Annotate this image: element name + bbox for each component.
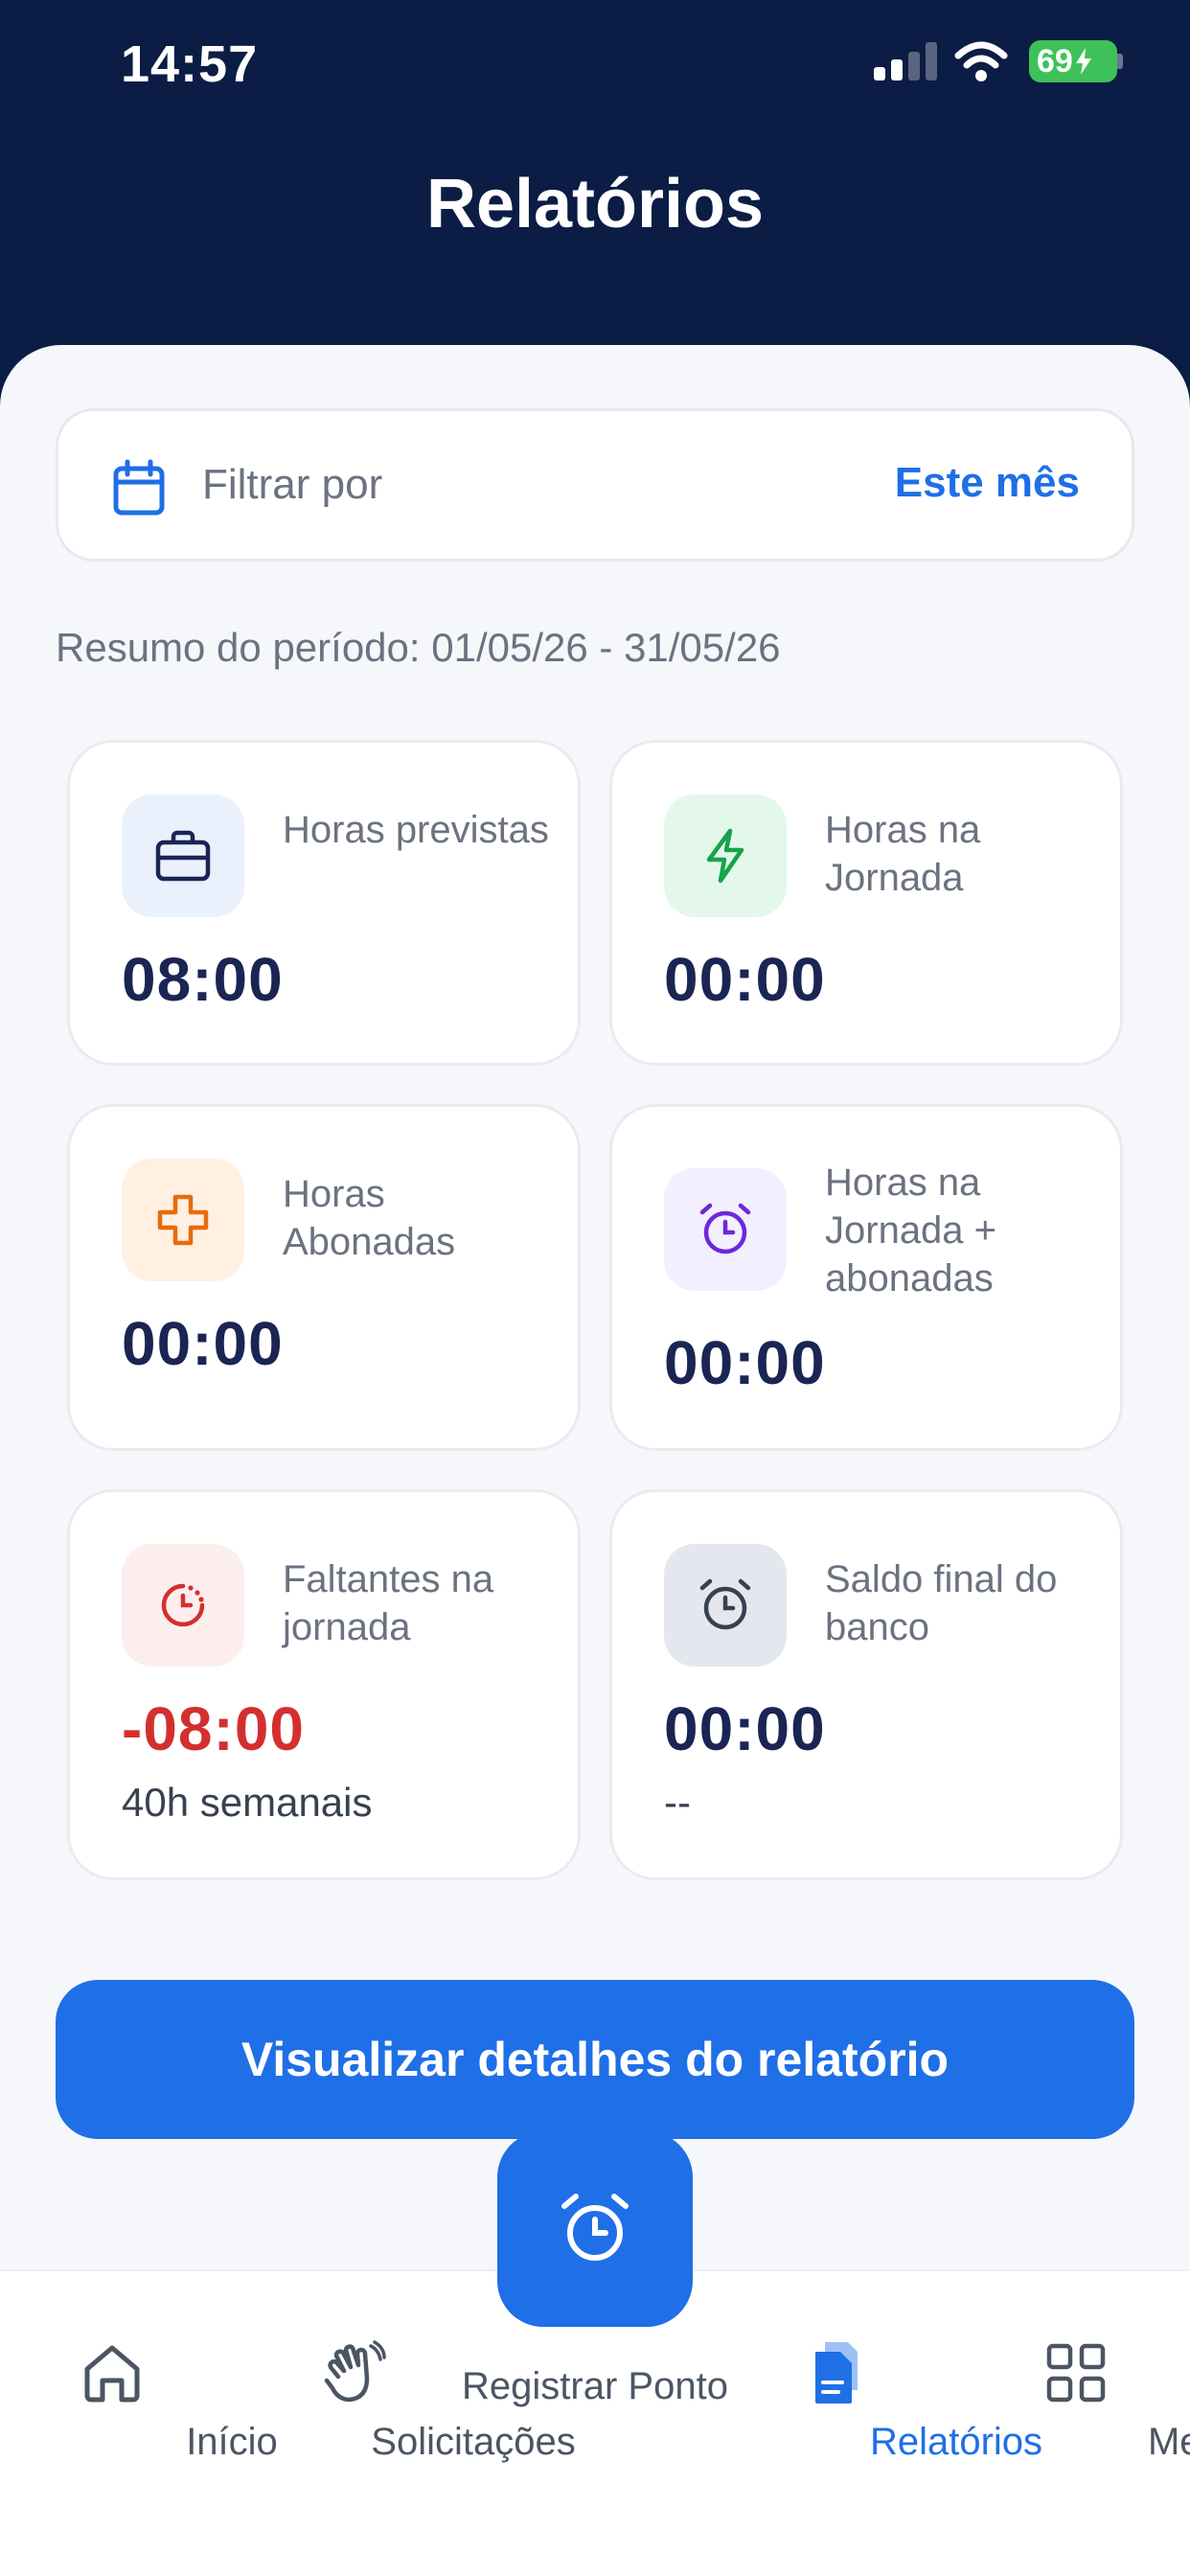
card-label: Faltantes na jornada: [283, 1558, 494, 1648]
card-label: Saldo final do banco: [825, 1558, 1058, 1648]
alarm-clock-icon: [664, 1168, 787, 1291]
partial-clock-icon: [122, 1544, 244, 1667]
lightning-icon: [664, 794, 787, 917]
wifi-icon: [954, 41, 1008, 81]
card-label: Horas na Jornada: [825, 809, 981, 899]
filter-label: Filtrar por: [202, 461, 383, 508]
card-value: 00:00: [664, 945, 826, 1014]
card-label: Horas Abonadas: [283, 1173, 456, 1263]
card-value: 00:00: [664, 1328, 826, 1397]
signal-icon: [874, 42, 937, 80]
card-horas-previstas: Horas previstas 08:00: [67, 740, 581, 1066]
register-time-label[interactable]: Registrar Ponto: [451, 2361, 739, 2411]
card-saldo-banco: Saldo final do banco 00:00 --: [609, 1489, 1123, 1880]
view-report-details-button[interactable]: Visualizar detalhes do relatório: [56, 1980, 1134, 2139]
nav-label: Menu: [1147, 2421, 1190, 2463]
alarm-clock-icon: [664, 1544, 787, 1667]
card-label: Horas na Jornada + abonadas: [825, 1162, 997, 1300]
nav-label: Solicitações: [371, 2421, 576, 2463]
alarm-clock-icon: [561, 2194, 629, 2261]
plus-cross-icon: [122, 1159, 244, 1281]
status-bar: 14:57 69: [0, 0, 1190, 134]
card-faltantes: Faltantes na jornada -08:00 40h semanais: [67, 1489, 581, 1880]
card-horas-jornada-abonadas: Horas na Jornada + abonadas 00:00: [609, 1104, 1123, 1451]
card-subtext: --: [664, 1780, 691, 1825]
card-horas-na-jornada: Horas na Jornada 00:00: [609, 740, 1123, 1066]
status-time: 14:57: [121, 35, 259, 93]
battery-icon: 69: [1029, 40, 1117, 82]
card-value: 08:00: [122, 945, 284, 1014]
calendar-icon: [113, 459, 165, 516]
battery-level: 69: [1037, 42, 1073, 80]
battery-cap: [1117, 54, 1123, 69]
register-time-button[interactable]: [497, 2131, 693, 2327]
grid-icon: [1046, 2343, 1106, 2403]
waving-hand-icon: [324, 2340, 386, 2403]
filter-value[interactable]: Este mês: [895, 459, 1080, 507]
charging-bolt-icon: [1075, 48, 1091, 75]
card-value: 00:00: [664, 1694, 826, 1763]
card-label: Horas previstas: [283, 809, 549, 851]
home-icon: [84, 2345, 140, 2403]
card-subtext: 40h semanais: [122, 1780, 373, 1825]
document-icon: [815, 2342, 858, 2404]
nav-label: Início: [186, 2421, 278, 2463]
card-horas-abonadas: Horas Abonadas 00:00: [67, 1104, 581, 1451]
period-summary: Resumo do período: 01/05/26 - 31/05/26: [56, 625, 781, 670]
card-value: 00:00: [122, 1309, 284, 1378]
page-title: Relatórios: [425, 166, 765, 242]
card-value: -08:00: [122, 1694, 305, 1763]
briefcase-icon: [122, 794, 244, 917]
period-filter[interactable]: Filtrar por Este mês: [56, 408, 1134, 562]
nav-label: Relatórios: [869, 2421, 1043, 2463]
